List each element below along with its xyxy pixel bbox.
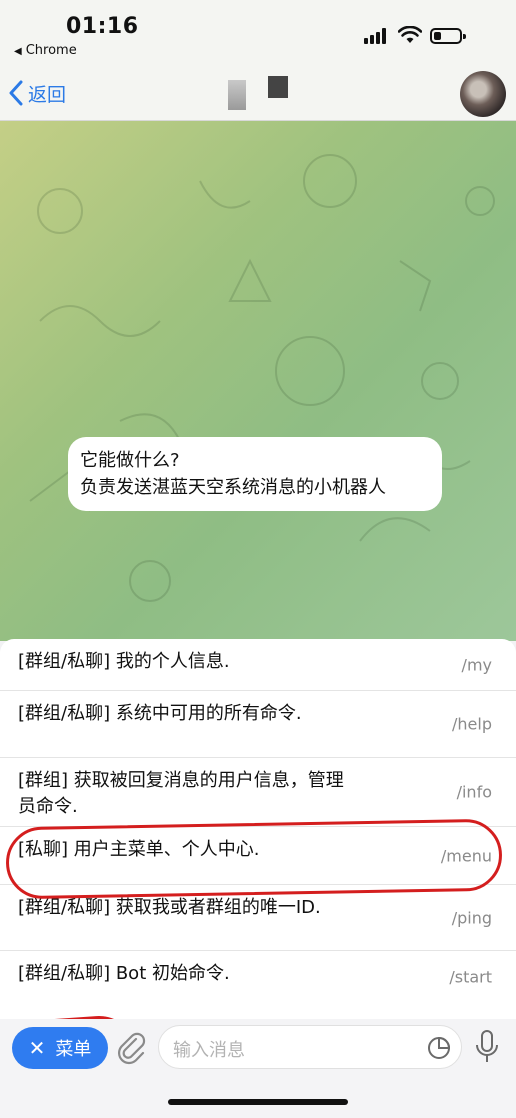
back-app-label: Chrome [25, 43, 77, 58]
command-description: [群组/私聊] 系统中可用的所有命令. [18, 703, 302, 724]
status-bar: 01:16 ◀ Chrome [0, 0, 516, 68]
menu-button[interactable]: ✕ 菜单 [12, 1027, 108, 1069]
command-description: [群组/私聊] 获取我或者群组的唯一ID. [18, 897, 321, 918]
command-code: /ping [451, 908, 492, 927]
bubble-text: 负责发送湛蓝天空系统消息的小机器人 [80, 477, 386, 498]
command-item-start[interactable]: [群组/私聊] Bot 初始命令. /start [0, 951, 516, 1003]
command-item-menu[interactable]: [私聊] 用户主菜单、个人中心. /menu [0, 827, 516, 885]
command-item-help[interactable]: [群组/私聊] 系统中可用的所有命令. /help [0, 691, 516, 758]
bot-command-list: [群组/私聊] 我的个人信息. /my [群组/私聊] 系统中可用的所有命令. … [0, 639, 516, 1019]
signal-icon [364, 28, 390, 44]
avatar[interactable] [460, 71, 506, 117]
command-code: /start [449, 967, 492, 987]
microphone-icon[interactable] [474, 1029, 500, 1065]
message-input-placeholder: 输入消息 [173, 1040, 245, 1061]
back-triangle-icon: ◀ [14, 46, 22, 57]
message-bubble: 它能做什么? 负责发送湛蓝天空系统消息的小机器人 [68, 437, 442, 511]
command-description: [群组/私聊] Bot 初始命令. [18, 963, 230, 984]
chevron-left-icon [9, 80, 23, 106]
command-code: /info [456, 782, 492, 802]
close-icon: ✕ [28, 1036, 46, 1060]
command-item-my[interactable]: [群组/私聊] 我的个人信息. /my [0, 639, 516, 691]
back-to-app-link[interactable]: ◀ Chrome [14, 43, 77, 58]
back-label: 返回 [28, 83, 67, 106]
paperclip-icon[interactable] [116, 1031, 148, 1065]
wifi-icon [398, 26, 422, 43]
command-code: /menu [440, 846, 492, 865]
command-item-info[interactable]: [群组] 获取被回复消息的用户信息，管理员命令. /info [0, 758, 516, 827]
message-input[interactable]: 输入消息 [158, 1025, 462, 1069]
bubble-title: 它能做什么? [80, 450, 180, 471]
back-button[interactable]: 返回 [8, 78, 66, 108]
command-description: [群组] 获取被回复消息的用户信息，管理员命令. [18, 770, 344, 817]
command-code: /my [461, 655, 492, 674]
battery-icon [430, 28, 466, 44]
command-description: [私聊] 用户主菜单、个人中心. [18, 839, 260, 860]
command-description: [群组/私聊] 我的个人信息. [18, 651, 230, 672]
home-indicator [168, 1099, 348, 1105]
command-code: /help [452, 714, 492, 734]
sticker-icon[interactable] [427, 1036, 451, 1060]
message-input-bar: ✕ 菜单 输入消息 [0, 1019, 516, 1118]
status-time: 01:16 [66, 14, 139, 39]
chat-background: 它能做什么? 负责发送湛蓝天空系统消息的小机器人 [0, 121, 516, 641]
command-item-ping[interactable]: [群组/私聊] 获取我或者群组的唯一ID. /ping [0, 885, 516, 951]
chat-title-redacted [228, 76, 288, 112]
wallpaper-pattern [29, 154, 495, 602]
chat-header: 返回 [0, 68, 516, 121]
menu-button-label: 菜单 [55, 1039, 92, 1060]
